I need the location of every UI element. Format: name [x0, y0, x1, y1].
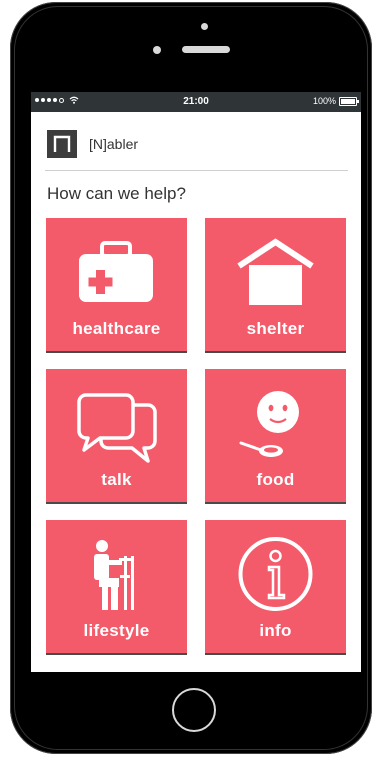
page-title: How can we help?	[47, 184, 186, 203]
front-sensor-icon	[153, 46, 161, 54]
info-tile[interactable]: info	[205, 520, 346, 655]
tile-label: lifestyle	[83, 621, 150, 640]
tile-label: healthcare	[72, 319, 161, 338]
healthcare-tile[interactable]: healthcare	[46, 218, 187, 353]
app-name: [N]abler	[89, 136, 139, 152]
speaker-grille-icon	[182, 46, 230, 53]
app-header: [N]abler	[45, 128, 348, 171]
tile-label: info	[259, 621, 292, 640]
food-tile[interactable]: food	[205, 369, 346, 504]
tile-label: food	[256, 470, 295, 489]
lifestyle-tile[interactable]: lifestyle	[46, 520, 187, 655]
status-time: 21:00	[183, 96, 209, 107]
home-button[interactable]	[172, 688, 216, 732]
camera-icon	[201, 23, 208, 30]
tile-label: shelter	[246, 319, 305, 338]
tile-label: talk	[101, 470, 132, 489]
status-bar: 21:00 100%	[31, 92, 361, 112]
battery-percent: 100%	[312, 96, 336, 106]
screen: 21:00 100% [N]abler How can we help? hea…	[31, 92, 361, 672]
shelter-tile[interactable]: shelter	[205, 218, 346, 353]
talk-tile[interactable]: talk	[46, 369, 187, 504]
battery-icon	[339, 96, 359, 106]
nabler-logo-icon[interactable]	[47, 130, 77, 158]
